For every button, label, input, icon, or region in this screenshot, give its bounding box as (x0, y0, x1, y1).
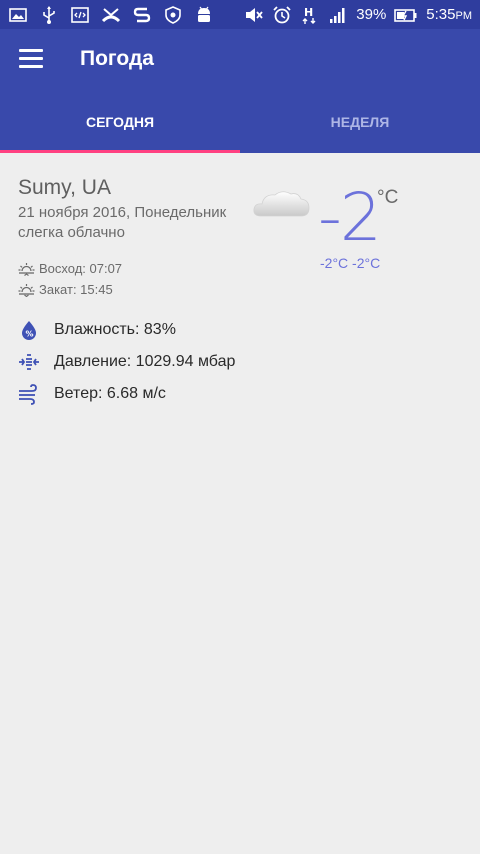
alarm-icon (272, 5, 292, 25)
tab-today[interactable]: СЕГОДНЯ (0, 91, 240, 153)
sunset-label: Закат: 15:45 (39, 282, 113, 297)
sunset-icon (18, 283, 35, 297)
app-bar: Погода (0, 29, 480, 91)
weather-description: слегка облачно (18, 224, 125, 241)
temperature-min-max: -2°C -2°C (320, 255, 381, 271)
volume-mute-icon (244, 5, 264, 25)
pressure-icon (18, 351, 40, 373)
tab-bar: СЕГОДНЯ НЕДЕЛЯ (0, 91, 480, 153)
humidity-icon: % (18, 319, 40, 341)
humidity-label: Влажность: 83% (54, 321, 176, 338)
temperature-unit: °C (377, 187, 399, 208)
humidity-row: % Влажность: 83% (18, 319, 176, 341)
svg-text:H: H (304, 6, 313, 19)
temperature-value: -2 (318, 179, 382, 256)
tab-week[interactable]: НЕДЕЛЯ (240, 91, 480, 153)
missed-call-icon (101, 5, 121, 25)
sunrise-label: Восход: 07:07 (39, 261, 123, 276)
pressure-label: Давление: 1029.94 мбар (54, 353, 236, 370)
network-type-icon: H (300, 5, 320, 25)
clock: 5:35PM (426, 6, 472, 23)
wind-label: Ветер: 6.68 м/с (54, 385, 166, 402)
sunset-row: Закат: 15:45 (18, 282, 113, 297)
status-bar-notifications (8, 3, 214, 27)
wind-row: Ветер: 6.68 м/с (18, 383, 166, 405)
sunrise-icon (18, 262, 35, 276)
gallery-icon (8, 5, 28, 25)
developer-icon (70, 5, 90, 25)
android-icon (194, 5, 214, 25)
cloud-icon (253, 191, 310, 217)
status-bar-system: H 39% 5:35PM (244, 0, 472, 29)
sunrise-row: Восход: 07:07 (18, 261, 122, 276)
battery-percent: 39% (356, 6, 387, 23)
wind-icon (18, 383, 40, 405)
shield-icon (163, 5, 183, 25)
usb-icon (39, 5, 59, 25)
page-title: Погода (80, 47, 154, 70)
menu-icon[interactable] (19, 49, 43, 71)
app-s-icon (132, 5, 152, 25)
pressure-row: Давление: 1029.94 мбар (18, 351, 235, 373)
city-name: Sumy, UA (18, 176, 111, 199)
battery-charging-icon (394, 5, 418, 25)
svg-text:%: % (26, 330, 34, 339)
date-label: 21 ноября 2016, Понедельник (18, 204, 227, 221)
tab-indicator (0, 150, 240, 153)
status-bar: H 39% 5:35PM (0, 0, 480, 29)
signal-icon (328, 5, 348, 25)
